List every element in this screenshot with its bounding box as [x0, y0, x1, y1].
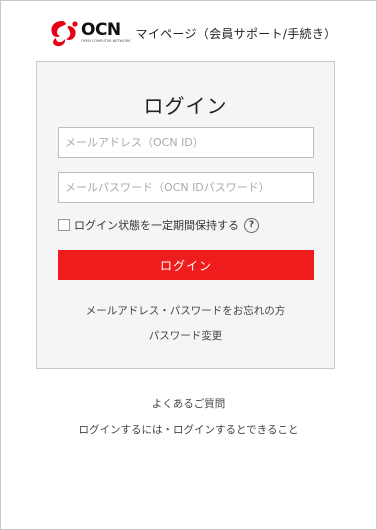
change-password-link[interactable]: パスワード変更 [37, 328, 334, 343]
remember-login-row[interactable]: ログイン状態を一定期間保持する ? [58, 217, 259, 233]
help-circle-icon[interactable]: ? [244, 217, 259, 233]
page-title: マイページ（会員サポート/手続き） [135, 26, 337, 41]
login-title: ログイン [143, 94, 228, 118]
ocn-logo-icon [48, 18, 80, 48]
logo-subtext: OPEN COMPUTER NETWORK [81, 39, 131, 43]
login-howto-link[interactable]: ログインするには・ログインするとできること [0, 422, 377, 437]
faq-link[interactable]: よくあるご質問 [0, 396, 377, 411]
ocn-wordmark: OCN OPEN COMPUTER NETWORK [81, 22, 131, 44]
logo-text: OCN [81, 20, 121, 40]
checkbox-icon[interactable] [58, 219, 70, 231]
forgot-credentials-link[interactable]: メールアドレス・パスワードをお忘れの方 [37, 303, 334, 318]
login-panel: ログイン ログイン状態を一定期間保持する ? ログイン メールアドレス・パスワー… [36, 61, 335, 369]
page-header: OCN OPEN COMPUTER NETWORK マイページ（会員サポート/手… [48, 18, 336, 48]
remember-login-label[interactable]: ログイン状態を一定期間保持する [74, 217, 239, 233]
login-button[interactable]: ログイン [58, 250, 314, 280]
mail-password-input[interactable] [58, 172, 314, 203]
mail-address-input[interactable] [58, 127, 314, 158]
